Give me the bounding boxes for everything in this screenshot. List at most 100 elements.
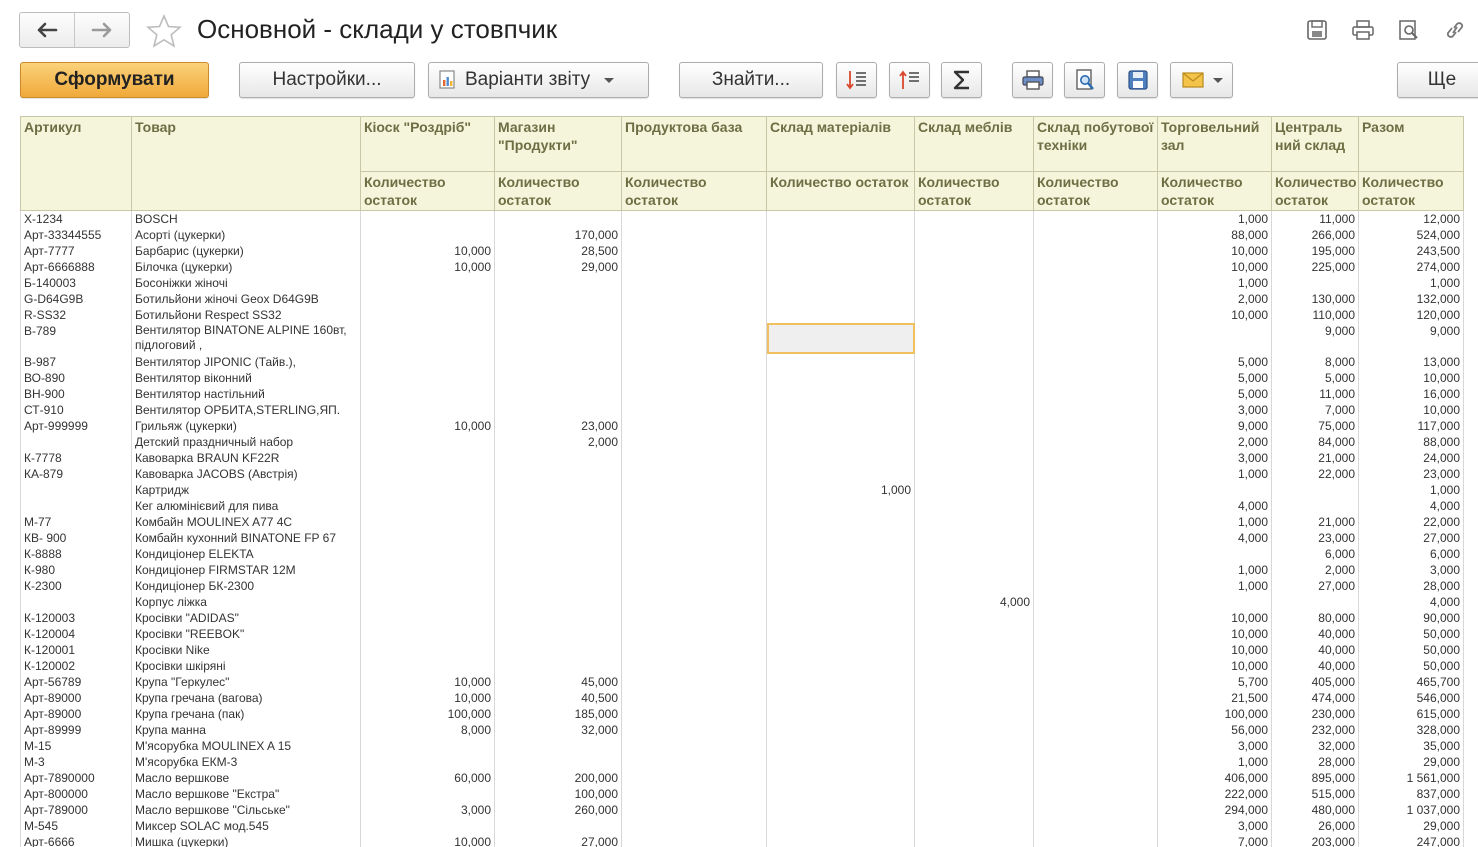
- product-cell[interactable]: Кондиціонер БК-2300: [131, 578, 361, 594]
- table-row[interactable]: ВО-890 Вентилятор віконний 5,000 5,000 10,00…: [20, 370, 1464, 386]
- quantity-cell[interactable]: 29,000: [1358, 818, 1464, 834]
- quantity-cell[interactable]: [360, 754, 495, 770]
- quantity-cell[interactable]: [914, 450, 1034, 466]
- product-cell[interactable]: Ботильйони Respect SS32: [131, 307, 361, 323]
- quantity-cell[interactable]: [766, 354, 915, 370]
- product-cell[interactable]: Кавоварка BRAUN KF22R: [131, 450, 361, 466]
- generate-button[interactable]: Сформувати: [20, 62, 209, 98]
- quantity-cell[interactable]: [360, 210, 495, 227]
- quantity-cell[interactable]: [1033, 259, 1158, 275]
- article-cell[interactable]: Арт-6666888: [20, 259, 132, 275]
- article-cell[interactable]: [20, 434, 132, 450]
- article-cell[interactable]: К-2300: [20, 578, 132, 594]
- quantity-cell[interactable]: [914, 818, 1034, 834]
- quantity-cell[interactable]: [914, 642, 1034, 658]
- quantity-cell[interactable]: [360, 291, 495, 307]
- quantity-cell[interactable]: 28,000: [1271, 754, 1359, 770]
- quantity-cell[interactable]: [494, 578, 622, 594]
- article-cell[interactable]: Арт-999999: [20, 418, 132, 434]
- quantity-cell[interactable]: [621, 323, 767, 354]
- quantity-cell[interactable]: [766, 722, 915, 738]
- article-cell[interactable]: Арт-89000: [20, 690, 132, 706]
- quantity-cell[interactable]: 23,000: [1358, 466, 1464, 482]
- product-cell[interactable]: Миксер SOLAC мод.545: [131, 818, 361, 834]
- table-row[interactable]: Детский праздничный набор 2,000 2,000 84,00…: [20, 434, 1464, 450]
- quantity-cell[interactable]: [1033, 434, 1158, 450]
- table-row[interactable]: К-120001 Кросівки Nike 10,000 40,000 50,000: [20, 642, 1464, 658]
- quantity-cell[interactable]: [914, 722, 1034, 738]
- quantity-cell[interactable]: 5,000: [1157, 386, 1272, 402]
- article-cell[interactable]: М-545: [20, 818, 132, 834]
- quantity-cell[interactable]: [360, 786, 495, 802]
- quantity-cell[interactable]: [914, 418, 1034, 434]
- quantity-cell[interactable]: [1033, 243, 1158, 259]
- product-cell[interactable]: Кондиціонер FIRMSTAR 12M: [131, 562, 361, 578]
- article-cell[interactable]: СТ-910: [20, 402, 132, 418]
- quantity-cell[interactable]: [621, 243, 767, 259]
- quantity-cell[interactable]: [494, 466, 622, 482]
- product-cell[interactable]: Асорті (цукерки): [131, 227, 361, 243]
- quantity-cell[interactable]: 294,000: [1157, 802, 1272, 818]
- product-cell[interactable]: Вентилятор ОРБИТА,STERLING,ЯП.: [131, 402, 361, 418]
- quantity-cell[interactable]: [621, 418, 767, 434]
- quantity-cell[interactable]: 23,000: [494, 418, 622, 434]
- quantity-cell[interactable]: [766, 562, 915, 578]
- quantity-cell[interactable]: 21,000: [1271, 514, 1359, 530]
- quantity-cell[interactable]: 170,000: [494, 227, 622, 243]
- product-cell[interactable]: Крупа гречана (вагова): [131, 690, 361, 706]
- quantity-cell[interactable]: 28,500: [494, 243, 622, 259]
- quantity-cell[interactable]: 8,000: [360, 722, 495, 738]
- quantity-cell[interactable]: 11,000: [1271, 210, 1359, 227]
- article-cell[interactable]: К-120002: [20, 658, 132, 674]
- quantity-cell[interactable]: 1 561,000: [1358, 770, 1464, 786]
- quantity-cell[interactable]: [914, 562, 1034, 578]
- quantity-cell[interactable]: 10,000: [1157, 642, 1272, 658]
- article-cell[interactable]: Арт-56789: [20, 674, 132, 690]
- quantity-cell[interactable]: [621, 658, 767, 674]
- table-row[interactable]: В-789 Вентилятор BINATONE ALPINE 160вт, п…: [20, 323, 1464, 354]
- quantity-cell[interactable]: [766, 275, 915, 291]
- table-row[interactable]: ВН-900 Вентилятор настільний 5,000 11,000 16…: [20, 386, 1464, 402]
- product-cell[interactable]: Вентилятор BINATONE ALPINE 160вт, підлог…: [131, 323, 361, 354]
- quantity-cell[interactable]: [914, 770, 1034, 786]
- quantity-cell[interactable]: 10,000: [360, 834, 495, 847]
- quantity-cell[interactable]: [494, 210, 622, 227]
- column-header-article[interactable]: Артикул: [20, 116, 132, 211]
- quantity-cell[interactable]: [360, 610, 495, 626]
- column-header-kiosk[interactable]: Кіоск "Роздріб": [360, 116, 495, 172]
- quantity-cell[interactable]: 5,000: [1271, 370, 1359, 386]
- quantity-cell[interactable]: [621, 706, 767, 722]
- quantity-cell[interactable]: [914, 434, 1034, 450]
- quantity-cell[interactable]: 12,000: [1358, 210, 1464, 227]
- quantity-cell[interactable]: [1033, 786, 1158, 802]
- find-button[interactable]: Знайти...: [679, 62, 823, 98]
- quantity-cell[interactable]: [621, 530, 767, 546]
- product-cell[interactable]: Білочка (цукерки): [131, 259, 361, 275]
- article-cell[interactable]: КВ- 900: [20, 530, 132, 546]
- column-header-total[interactable]: Разом: [1358, 116, 1464, 172]
- quantity-cell[interactable]: [621, 291, 767, 307]
- quantity-cell[interactable]: [621, 259, 767, 275]
- quantity-cell[interactable]: 27,000: [1271, 578, 1359, 594]
- quantity-cell[interactable]: [766, 530, 915, 546]
- quantity-cell[interactable]: 32,000: [1271, 738, 1359, 754]
- expand-groups-button[interactable]: [836, 62, 877, 98]
- quantity-cell[interactable]: [494, 562, 622, 578]
- quantity-cell[interactable]: [914, 307, 1034, 323]
- article-cell[interactable]: G-D64G9B: [20, 291, 132, 307]
- quantity-cell[interactable]: [360, 434, 495, 450]
- article-cell[interactable]: КА-879: [20, 466, 132, 482]
- quantity-cell[interactable]: [1033, 626, 1158, 642]
- quantity-cell[interactable]: [494, 323, 622, 354]
- product-cell[interactable]: Комбайн MOULINEX A77 4C: [131, 514, 361, 530]
- quantity-cell[interactable]: 185,000: [494, 706, 622, 722]
- quantity-cell[interactable]: 27,000: [1358, 530, 1464, 546]
- quantity-cell[interactable]: [766, 578, 915, 594]
- quantity-cell[interactable]: 56,000: [1157, 722, 1272, 738]
- save-report-button[interactable]: [1117, 62, 1158, 98]
- quantity-cell[interactable]: [621, 546, 767, 562]
- quantity-cell[interactable]: [360, 466, 495, 482]
- send-email-button[interactable]: [1170, 62, 1233, 98]
- column-header-product[interactable]: Товар: [131, 116, 361, 211]
- quantity-cell[interactable]: [494, 594, 622, 610]
